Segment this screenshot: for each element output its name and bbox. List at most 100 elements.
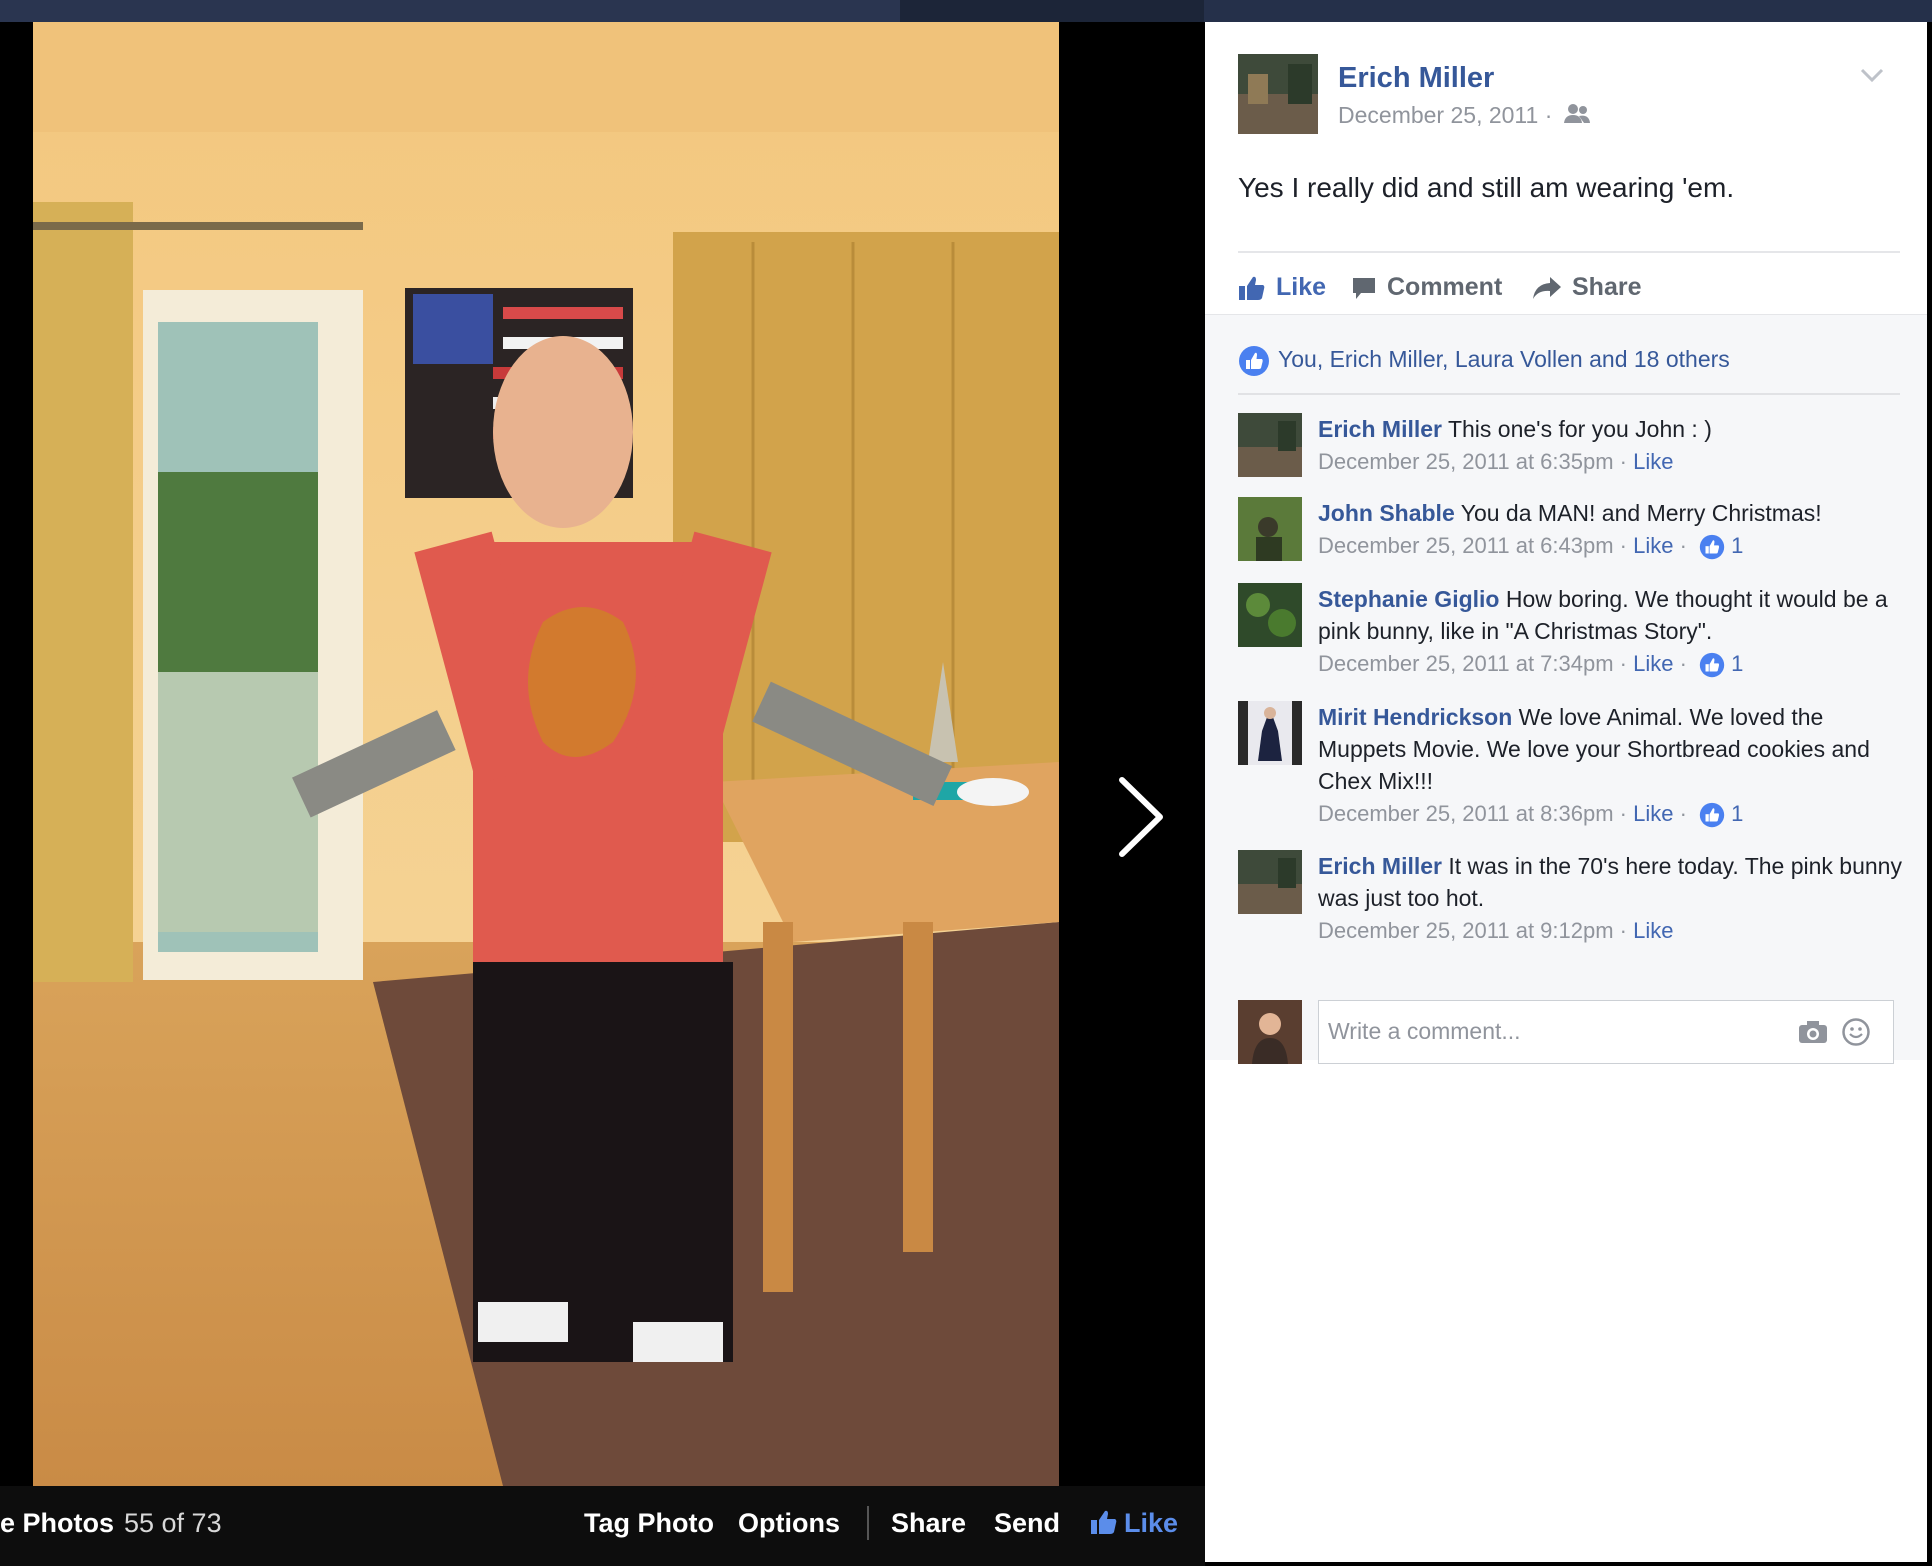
- thumbs-up-icon: [1091, 1510, 1117, 1534]
- like-reaction-icon: [1239, 346, 1269, 376]
- author-avatar-image: [1238, 54, 1318, 134]
- comment-meta: December 25, 2011 at 9:12pm · Like: [1318, 914, 1908, 948]
- photo-viewer: e Photos 55 of 73 Tag Photo Options Shar…: [0, 22, 1205, 1566]
- post-text: Yes I really did and still am wearing 'e…: [1238, 172, 1735, 203]
- commenter-avatar-image: [1238, 850, 1302, 914]
- photo-like-label: Like: [1124, 1508, 1179, 1538]
- comment-meta: December 25, 2011 at 8:36pm · Like · 1: [1318, 797, 1908, 831]
- tag-photo-button[interactable]: Tag Photo: [584, 1508, 714, 1539]
- comment-meta: December 25, 2011 at 6:35pm · Like: [1318, 445, 1908, 479]
- like-reaction-icon: [1699, 803, 1725, 828]
- post-sidebar: Erich Miller December 25, 2011 · Yes I r…: [1205, 22, 1927, 1562]
- meta-separator: ·: [1673, 801, 1694, 826]
- comment-body: Erich Miller It was in the 70's here tod…: [1318, 850, 1908, 948]
- commenter-avatar[interactable]: [1238, 583, 1302, 647]
- commenter-avatar[interactable]: [1238, 413, 1302, 477]
- post-date-text: December 25, 2011 ·: [1338, 102, 1553, 128]
- commenter-name[interactable]: John Shable: [1318, 500, 1455, 526]
- divider: [1238, 251, 1900, 253]
- album-link[interactable]: e Photos: [0, 1508, 114, 1539]
- comment-body: Stephanie Giglio How boring. We thought …: [1318, 583, 1908, 681]
- comment-like-link[interactable]: Like: [1633, 801, 1673, 826]
- comment-like-link[interactable]: Like: [1633, 533, 1673, 558]
- current-user-avatar-image: [1238, 1000, 1302, 1064]
- comment-body: Erich Miller This one's for you John : )…: [1318, 413, 1908, 479]
- commenter-name[interactable]: Erich Miller: [1318, 416, 1442, 442]
- share-button[interactable]: Share: [891, 1508, 966, 1539]
- share-action-button[interactable]: Share: [1532, 267, 1641, 307]
- comment-text: You da MAN! and Merry Christmas!: [1460, 500, 1822, 526]
- post-author-name[interactable]: Erich Miller: [1338, 62, 1494, 95]
- comment-composer: Write a comment...: [1238, 1000, 1900, 1066]
- photo-image: [33, 22, 1059, 1486]
- meta-separator: ·: [1673, 651, 1694, 676]
- likes-summary-text: You, Erich Miller, Laura Vollen and 18 o…: [1278, 346, 1730, 373]
- thumbs-up-icon: [1239, 277, 1265, 301]
- comment-input-placeholder: Write a comment...: [1328, 1018, 1521, 1044]
- like-button[interactable]: Like: [1238, 267, 1326, 307]
- comment-body: Mirit Hendrickson We love Animal. We lov…: [1318, 701, 1908, 831]
- like-reaction-icon: [1699, 535, 1725, 560]
- comment-time[interactable]: December 25, 2011 at 7:34pm: [1318, 651, 1614, 676]
- comment-button[interactable]: Comment: [1351, 267, 1502, 307]
- comment-input[interactable]: Write a comment...: [1318, 1000, 1894, 1064]
- comments-area: You, Erich Miller, Laura Vollen and 18 o…: [1205, 314, 1927, 1064]
- commenter-name[interactable]: Erich Miller: [1318, 853, 1442, 879]
- meta-separator: ·: [1613, 918, 1634, 943]
- commenter-avatar[interactable]: [1238, 497, 1302, 561]
- comment-body: John Shable You da MAN! and Merry Christ…: [1318, 497, 1908, 563]
- top-nav-bar: [0, 0, 1932, 22]
- chevron-down-icon[interactable]: [1857, 62, 1887, 88]
- comment-meta: December 25, 2011 at 6:43pm · Like · 1: [1318, 529, 1908, 563]
- post-date[interactable]: December 25, 2011 ·: [1338, 102, 1591, 129]
- commenter-avatar[interactable]: [1238, 850, 1302, 914]
- comment-time[interactable]: December 25, 2011 at 6:43pm: [1318, 533, 1614, 558]
- comment-icon: [1353, 278, 1375, 300]
- search-bar-ghost: [0, 0, 900, 22]
- current-user-avatar: [1238, 1000, 1302, 1064]
- like-reaction-icon: [1699, 653, 1725, 678]
- emoji-icon[interactable]: [1841, 1017, 1871, 1047]
- next-photo-icon[interactable]: [1110, 772, 1170, 862]
- comment-time[interactable]: December 25, 2011 at 9:12pm: [1318, 918, 1614, 943]
- divider: [1238, 393, 1900, 395]
- comment-meta: December 25, 2011 at 7:34pm · Like · 1: [1318, 647, 1908, 681]
- meta-separator: ·: [1613, 801, 1634, 826]
- commenter-name[interactable]: Mirit Hendrickson: [1318, 704, 1512, 730]
- commenter-avatar-image: [1238, 497, 1302, 561]
- reaction-count[interactable]: 1: [1731, 651, 1743, 676]
- commenter-avatar-image: [1238, 701, 1302, 765]
- comment-text: This one's for you John : ): [1447, 416, 1712, 442]
- friends-icon: [1563, 104, 1590, 123]
- photo-action-bar: e Photos 55 of 73 Tag Photo Options Shar…: [0, 1486, 1205, 1566]
- likes-summary[interactable]: You, Erich Miller, Laura Vollen and 18 o…: [1238, 345, 1730, 377]
- meta-separator: ·: [1613, 533, 1634, 558]
- reaction-count[interactable]: 1: [1731, 801, 1743, 826]
- send-button[interactable]: Send: [994, 1508, 1060, 1539]
- camera-icon[interactable]: [1797, 1019, 1829, 1045]
- photo: [33, 22, 1059, 1486]
- commenter-avatar-image: [1238, 413, 1302, 477]
- meta-separator: ·: [1673, 533, 1694, 558]
- options-button[interactable]: Options: [738, 1508, 840, 1539]
- comment-like-link[interactable]: Like: [1633, 449, 1673, 474]
- share-label: Share: [1572, 273, 1642, 301]
- like-label: Like: [1276, 273, 1327, 301]
- comment-like-link[interactable]: Like: [1633, 651, 1673, 676]
- meta-separator: ·: [1613, 449, 1634, 474]
- author-avatar[interactable]: [1238, 54, 1318, 134]
- commenter-avatar-image: [1238, 583, 1302, 647]
- comment-like-link[interactable]: Like: [1633, 918, 1673, 943]
- comment-time[interactable]: December 25, 2011 at 6:35pm: [1318, 449, 1614, 474]
- nav-right-ghost: [1204, 0, 1932, 22]
- photo-position: 55 of 73: [124, 1508, 222, 1538]
- comment-label: Comment: [1387, 273, 1503, 301]
- photobar-divider: [867, 1506, 869, 1540]
- reaction-count[interactable]: 1: [1731, 533, 1743, 558]
- commenter-avatar[interactable]: [1238, 701, 1302, 765]
- share-icon: [1533, 277, 1561, 300]
- commenter-name[interactable]: Stephanie Giglio: [1318, 586, 1499, 612]
- photo-like-button[interactable]: Like: [1090, 1508, 1178, 1539]
- comment-time[interactable]: December 25, 2011 at 8:36pm: [1318, 801, 1614, 826]
- meta-separator: ·: [1613, 651, 1634, 676]
